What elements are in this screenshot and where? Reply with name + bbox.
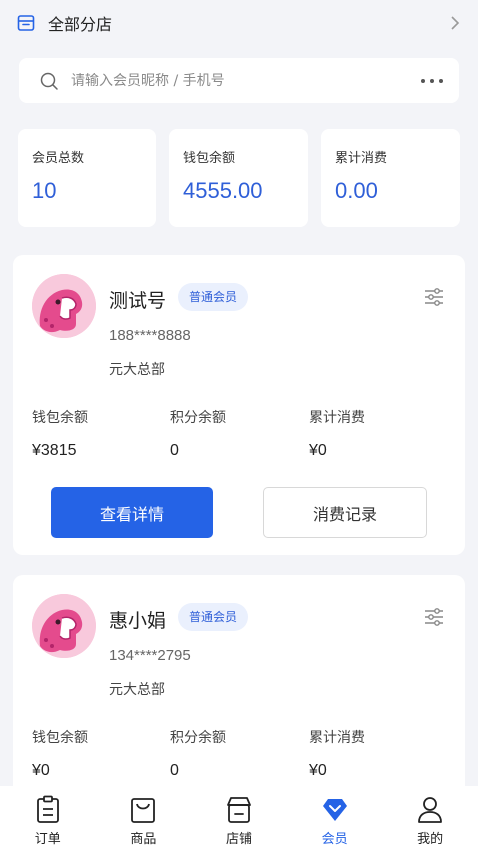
stat-value: 10 bbox=[32, 178, 57, 203]
store-label: 全部分店 bbox=[48, 15, 113, 34]
member-card: 惠小娟 普通会员 134****2795 元大总部 钱包余额 积分余额 累计消费… bbox=[13, 575, 465, 815]
tab-goods[interactable]: 商品 bbox=[96, 786, 192, 850]
avatar-image bbox=[32, 594, 96, 658]
member-phone: 188****8888 bbox=[109, 327, 191, 344]
more-icon[interactable] bbox=[419, 76, 445, 86]
total-spend-label: 累计消费 bbox=[309, 730, 365, 746]
tab-profile[interactable]: 我的 bbox=[382, 786, 478, 850]
settings-sliders-icon[interactable] bbox=[424, 287, 444, 307]
store-icon bbox=[17, 15, 35, 31]
settings-sliders-icon[interactable] bbox=[424, 607, 444, 627]
search-bar bbox=[19, 58, 459, 103]
tab-label: 会员 bbox=[321, 832, 348, 847]
tab-store[interactable]: 店铺 bbox=[191, 786, 287, 850]
stat-value: 4555.00 bbox=[183, 178, 263, 203]
search-icon bbox=[40, 72, 58, 90]
member-branch: 元大总部 bbox=[109, 362, 165, 378]
tab-orders[interactable]: 订单 bbox=[0, 786, 96, 850]
member-branch: 元大总部 bbox=[109, 682, 165, 698]
tab-label: 店铺 bbox=[225, 832, 252, 847]
avatar-image bbox=[32, 274, 96, 338]
tab-label: 商品 bbox=[130, 832, 157, 847]
search-input[interactable] bbox=[71, 72, 419, 89]
stat-value: 0.00 bbox=[335, 178, 378, 203]
goods-icon bbox=[131, 798, 156, 823]
points-balance-value: 0 bbox=[170, 762, 179, 779]
wallet-balance-label: 钱包余额 bbox=[32, 410, 88, 426]
tab-label: 我的 bbox=[417, 832, 444, 847]
total-spend-label: 累计消费 bbox=[309, 410, 365, 426]
consumption-records-button[interactable]: 消费记录 bbox=[263, 487, 427, 538]
store-icon bbox=[227, 797, 251, 823]
member-card: 测试号 普通会员 188****8888 元大总部 钱包余额 积分余额 累计消费… bbox=[13, 255, 465, 555]
wallet-balance-value: ¥0 bbox=[32, 762, 50, 779]
stat-member-count: 会员总数 10 bbox=[18, 129, 156, 227]
profile-icon bbox=[418, 797, 443, 823]
member-level-badge: 普通会员 bbox=[178, 603, 249, 631]
points-balance-label: 积分余额 bbox=[170, 410, 226, 426]
stats-row: 会员总数 10 钱包余额 4555.00 累计消费 0.00 bbox=[18, 129, 460, 227]
order-icon bbox=[36, 795, 59, 823]
bottom-tab-bar: 订单 商品 店铺 会员 我的 bbox=[0, 786, 478, 850]
points-balance-value: 0 bbox=[170, 442, 179, 459]
store-selector[interactable]: 全部分店 bbox=[0, 0, 478, 46]
stat-total-spend: 累计消费 0.00 bbox=[321, 129, 460, 227]
wallet-balance-value: ¥3815 bbox=[32, 442, 77, 459]
view-details-button[interactable]: 查看详情 bbox=[51, 487, 213, 538]
member-level-badge: 普通会员 bbox=[178, 283, 249, 311]
avatar bbox=[32, 594, 96, 658]
stat-wallet-balance: 钱包余额 4555.00 bbox=[169, 129, 308, 227]
member-icon bbox=[322, 799, 347, 821]
chevron-right-icon bbox=[451, 16, 460, 30]
total-spend-value: ¥0 bbox=[309, 762, 327, 779]
wallet-balance-label: 钱包余额 bbox=[32, 730, 88, 746]
stat-label: 钱包余额 bbox=[183, 151, 236, 166]
member-name: 惠小娟 bbox=[109, 610, 167, 632]
total-spend-value: ¥0 bbox=[309, 442, 327, 459]
tab-member[interactable]: 会员 bbox=[287, 786, 383, 850]
points-balance-label: 积分余额 bbox=[170, 730, 226, 746]
stat-label: 会员总数 bbox=[32, 151, 85, 166]
tab-label: 订单 bbox=[34, 832, 61, 847]
member-name: 测试号 bbox=[109, 290, 167, 312]
member-phone: 134****2795 bbox=[109, 647, 191, 664]
avatar bbox=[32, 274, 96, 338]
stat-label: 累计消费 bbox=[335, 151, 388, 166]
